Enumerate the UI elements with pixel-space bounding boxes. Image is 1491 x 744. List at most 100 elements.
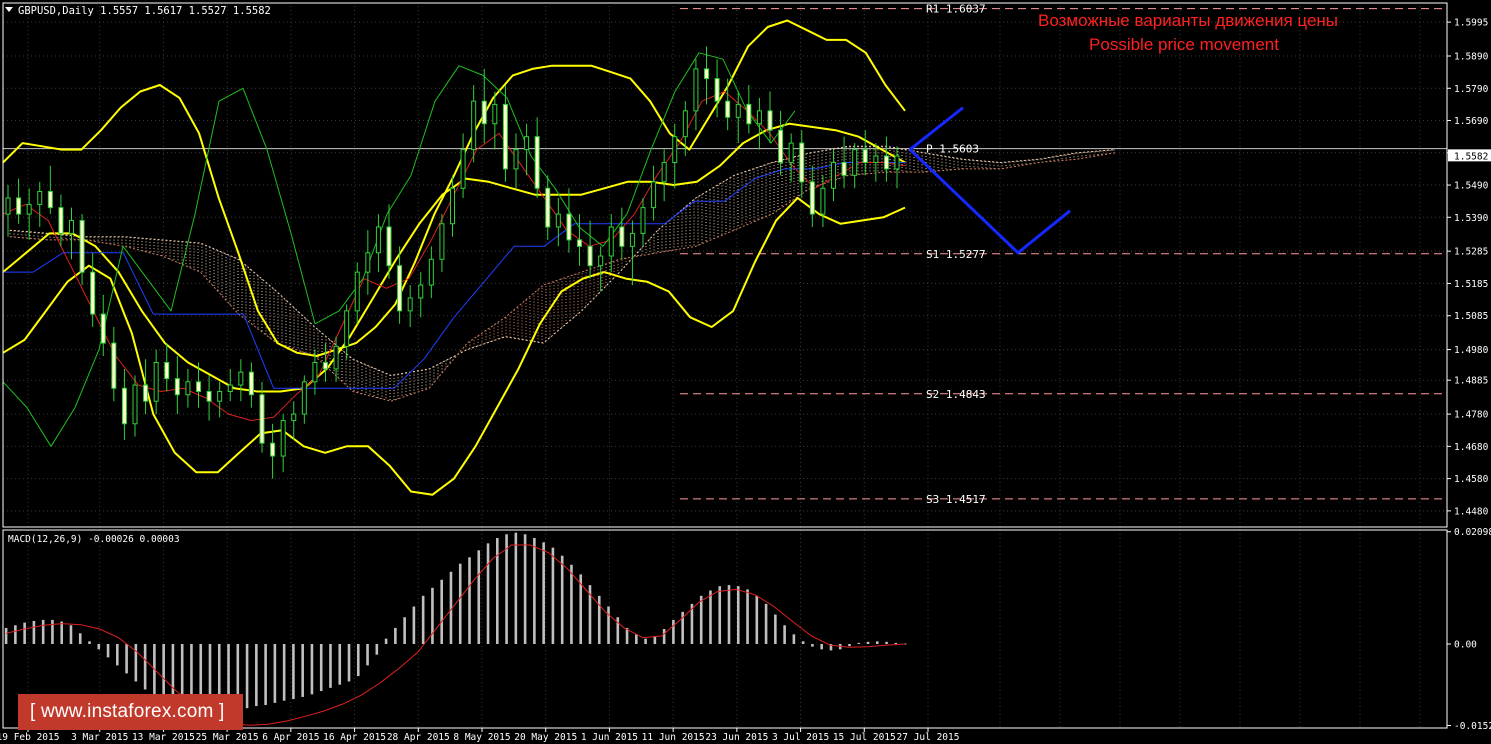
candle-body xyxy=(809,181,815,215)
candle-body xyxy=(111,342,117,389)
candle-body xyxy=(323,361,328,370)
candle-body xyxy=(873,155,879,163)
pivot-label: R1 1.6037 xyxy=(926,3,986,16)
ichimoku-cloud xyxy=(9,145,1116,402)
macd-bar xyxy=(134,643,138,682)
macd-bar xyxy=(338,643,342,685)
candle-body xyxy=(428,258,434,286)
macd-y-tick-label: 0.02098 xyxy=(1454,527,1491,538)
x-tick-label: 28 Apr 2015 xyxy=(387,732,450,743)
macd-y-tick-label: 0.00 xyxy=(1454,639,1477,650)
price-panel-border xyxy=(2,2,1448,528)
symbol-header: GBPUSD,Daily 1.5557 1.5617 1.5527 1.5582 xyxy=(18,5,271,17)
macd-bar xyxy=(356,643,360,677)
x-tick-label: 19 Feb 2015 xyxy=(0,732,59,743)
macd-bar xyxy=(116,643,119,666)
macd-header: MACD(12,26,9) -0.00026 0.00003 xyxy=(8,534,180,545)
candle-body xyxy=(534,136,540,189)
macd-bar xyxy=(727,585,731,644)
candle-body xyxy=(174,378,180,396)
candle-body xyxy=(555,213,561,228)
candle-body xyxy=(640,207,646,234)
macd-bar xyxy=(301,643,304,697)
candle-body xyxy=(37,190,43,205)
macd-bar xyxy=(106,643,110,658)
candle-body xyxy=(492,103,498,125)
macd-bar xyxy=(273,643,277,703)
y-tick-label: 1.4680 xyxy=(1454,442,1489,453)
candle-body xyxy=(820,187,826,215)
annotation-english: Possible price movement xyxy=(1089,35,1279,54)
x-tick-label: 15 Jul 2015 xyxy=(833,732,896,743)
senkou-span-b xyxy=(9,152,1116,402)
macd-bar xyxy=(764,603,768,644)
macd-bar xyxy=(245,643,249,709)
macd-bar xyxy=(125,643,128,674)
annotation-russian: Возможные варианты движения цены xyxy=(1038,11,1338,30)
candle-body xyxy=(894,155,900,170)
candle-body xyxy=(450,187,455,225)
macd-bar xyxy=(394,627,397,644)
candle-body xyxy=(344,310,350,347)
pivot-levels: R1 1.6037 P 1.5603 S1 1.5277 S2 1.4843 S3 1.… xyxy=(3,3,1447,506)
candle-body xyxy=(270,442,276,457)
candle-body xyxy=(471,100,477,151)
macd-bar xyxy=(477,550,481,644)
y-tick-label: 1.5490 xyxy=(1454,181,1489,192)
candle-body xyxy=(883,155,889,170)
axes: 19 Feb 2015 3 Mar 2015 13 Mar 2015 25 Mar 2… xyxy=(0,2,1491,743)
macd-bar xyxy=(894,642,898,644)
candle-body xyxy=(291,413,297,422)
candle-body xyxy=(545,187,551,228)
x-tick-label: 3 Mar 2015 xyxy=(71,732,128,743)
macd-bar xyxy=(885,641,888,644)
x-tick-label: 20 May 2015 xyxy=(514,732,577,743)
macd-bar xyxy=(820,643,823,650)
series-line-bb-lower xyxy=(2,196,906,496)
grid xyxy=(3,6,1447,728)
macd-bar xyxy=(41,619,45,644)
candle-body xyxy=(524,136,530,151)
candle-body xyxy=(16,197,22,215)
macd-bar xyxy=(755,595,759,644)
watermark-logo[interactable]: [ www.instaforex.com ] xyxy=(18,694,243,730)
y-tick-label: 1.4885 xyxy=(1454,376,1488,387)
macd-bar xyxy=(431,587,434,644)
y-tick-label: 1.5995 xyxy=(1454,18,1488,29)
candle-body xyxy=(153,361,159,402)
macd-bar xyxy=(496,538,499,644)
candle-body xyxy=(577,239,582,247)
macd-bar xyxy=(319,643,323,692)
macd-bar xyxy=(699,595,703,644)
trading-chart: R1 1.6037 P 1.5603 S1 1.5277 S2 1.4843 S3 1.… xyxy=(0,2,1491,743)
macd-bar xyxy=(14,625,17,644)
candle-body xyxy=(132,384,138,425)
x-tick-label: 13 Mar 2015 xyxy=(132,732,195,743)
x-tick-label: 1 Jun 2015 xyxy=(581,732,638,743)
candle-body xyxy=(693,68,699,112)
candle-body xyxy=(799,142,805,183)
candle-body xyxy=(629,232,635,247)
candle-body xyxy=(196,381,201,393)
macd-bar xyxy=(774,614,777,644)
candle-body xyxy=(121,387,127,425)
macd-bar xyxy=(458,563,462,644)
candle-body xyxy=(608,226,614,257)
candle-body xyxy=(788,142,794,163)
macd-bar xyxy=(635,634,638,644)
macd-bar xyxy=(51,619,54,644)
pivot-label: S2 1.4843 xyxy=(926,388,986,401)
macd-bar xyxy=(78,633,82,644)
candle-body xyxy=(767,110,773,131)
candle-body xyxy=(831,161,836,189)
macd-bar xyxy=(421,595,425,644)
dropdown-triangle-icon[interactable] xyxy=(5,7,13,12)
macd-bar xyxy=(143,643,147,690)
macd-bar xyxy=(718,586,722,644)
macd-bar xyxy=(607,606,610,644)
candle-body xyxy=(682,110,688,138)
candle-body xyxy=(354,271,360,312)
macd-bar xyxy=(709,590,712,644)
macd-bar xyxy=(570,564,573,644)
candle-body xyxy=(90,271,96,315)
